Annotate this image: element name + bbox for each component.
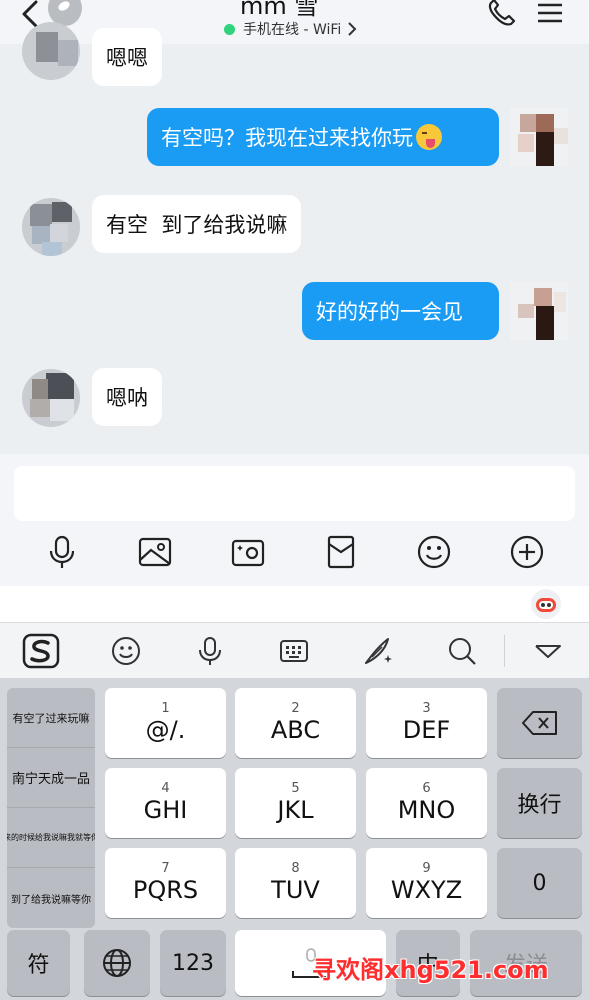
language-switch-key[interactable] [84,930,150,996]
message-bubble-incoming[interactable]: 嗯呐 [92,368,162,426]
key-number: 4 [161,781,170,796]
key-number: 5 [291,781,300,796]
message-text: 好的好的一会见 [316,300,463,324]
key-label: DEF [402,716,451,744]
message-text: 有空 到了给我说嘛 [106,213,288,237]
image-icon[interactable] [137,534,173,570]
key-label: 符 [27,953,50,978]
message-text: 嗯嗯 [106,46,148,70]
microphone-icon[interactable] [194,635,226,667]
message-bubble-incoming[interactable]: 嗯嗯 [92,28,162,86]
key-number: 8 [291,861,300,876]
key-number: 2 [291,701,300,716]
message-input[interactable] [14,466,575,521]
globe-icon [103,949,131,977]
candidate-list[interactable]: 有空了过来玩嘛 南宁天成一品 来的时候给我说嘛我就等你 到了给我说嘛等你 [7,688,95,928]
key-7[interactable]: 7 PQRS [105,848,226,918]
emoji-icon[interactable] [110,635,142,667]
backspace-key[interactable] [497,688,582,758]
key-label: WXYZ [390,876,463,904]
suggestion-bar [0,586,589,622]
number-mode-key[interactable]: 123 [160,930,226,996]
key-3[interactable]: 3 DEF [366,688,487,758]
key-8[interactable]: 8 TUV [235,848,356,918]
key-1[interactable]: 1 @/. [105,688,226,758]
key-number: 7 [161,861,170,876]
key-label: MNO [397,796,456,824]
online-status-text: 手机在线 - WiFi [243,22,342,38]
robot-assistant-icon[interactable] [530,588,562,620]
key-9[interactable]: 9 WXYZ [366,848,487,918]
keyboard-toolbar [0,622,589,678]
message-text: 嗯呐 [106,386,148,410]
keyboard-icon[interactable] [278,635,310,667]
search-icon[interactable] [446,635,478,667]
microphone-icon[interactable] [44,534,80,570]
online-dot-icon [224,23,235,35]
candidate-item[interactable]: 有空了过来玩嘛 [7,688,95,748]
key-label: 0 [532,870,547,896]
key-number: 9 [422,861,431,876]
key-label: 换行 [517,793,562,818]
key-label: @/. [145,716,186,744]
candidate-item[interactable]: 到了给我说嘛等你 [7,868,95,928]
key-label: ABC [270,716,321,744]
camera-icon[interactable] [230,534,266,570]
online-status[interactable]: 手机在线 - WiFi [224,19,357,39]
plus-icon[interactable] [509,534,545,570]
key-label: 123 [172,950,214,976]
newline-key[interactable]: 换行 [497,768,582,838]
contact-avatar[interactable] [22,369,80,427]
backspace-icon [521,711,557,735]
phone-call-icon[interactable] [486,0,518,28]
key-label: TUV [271,876,320,904]
key-2[interactable]: 2 ABC [235,688,356,758]
message-bubble-incoming[interactable]: 有空 到了给我说嘛 [92,195,302,253]
key-number: 3 [422,701,431,716]
red-envelope-icon[interactable] [323,534,359,570]
key-label: JKL [277,796,314,824]
symbol-key[interactable]: 符 [7,930,70,996]
emoji-icon[interactable] [416,534,452,570]
winking-tongue-emoji-icon [416,124,442,150]
my-avatar[interactable] [510,282,568,340]
key-6[interactable]: 6 MNO [366,768,487,838]
key-4[interactable]: 4 GHI [105,768,226,838]
message-bubble-outgoing[interactable]: 好的好的一会见 [302,282,499,340]
site-watermark: 寻欢阁xhg521.com [312,956,549,984]
candidate-item[interactable]: 南宁天成一品 [7,748,95,808]
message-bubble-outgoing[interactable]: 有空吗？我现在过来找你玩 [147,108,499,166]
key-5[interactable]: 5 JKL [235,768,356,838]
contact-avatar[interactable] [22,22,80,80]
key-label: GHI [143,796,188,824]
contact-name[interactable]: mm 雪 [240,0,318,21]
chevron-right-icon [348,22,357,36]
contact-avatar[interactable] [22,198,80,256]
toolbar-divider [504,635,505,667]
collapse-keyboard-icon[interactable] [532,635,564,667]
message-list[interactable]: 嗯嗯 有空吗？我现在过来找你玩 有空 到了给我说嘛 好的好的一会见 嗯呐 [0,22,589,454]
key-number: 6 [422,781,431,796]
handwriting-icon[interactable] [362,635,394,667]
chat-header: mm 雪 手机在线 - WiFi [0,0,589,44]
candidate-item[interactable]: 来的时候给我说嘛我就等你 [7,808,95,868]
menu-icon[interactable] [537,2,563,24]
key-number: 1 [161,701,170,716]
zero-key[interactable]: 0 [497,848,582,918]
message-text: 有空吗？我现在过来找你玩 [161,126,413,150]
input-panel [0,454,589,586]
sogou-logo-icon[interactable] [22,633,60,669]
my-avatar[interactable] [510,108,568,166]
key-label: PQRS [132,876,199,904]
